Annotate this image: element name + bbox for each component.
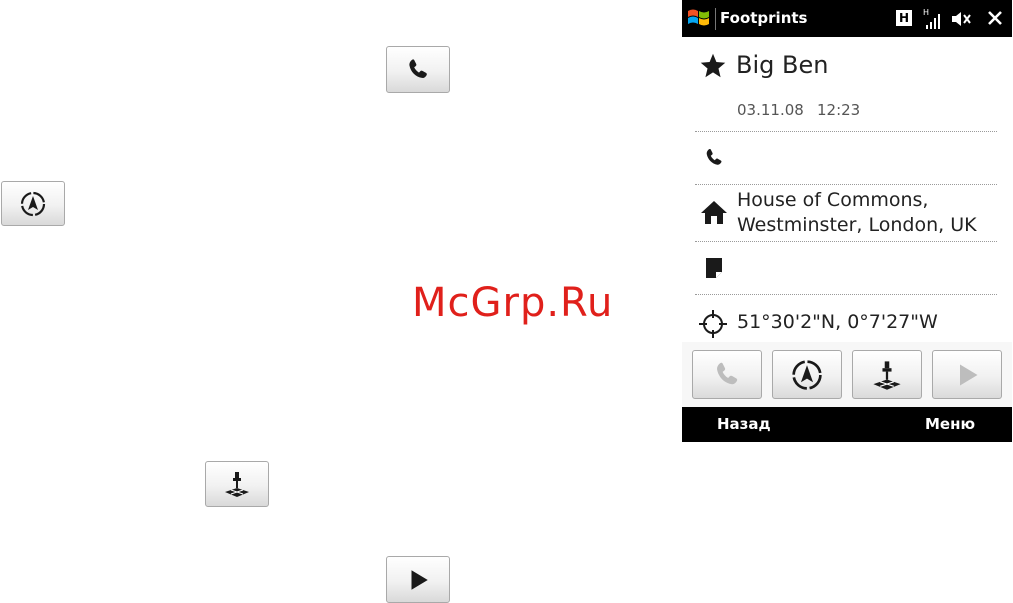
call-button[interactable] [386, 46, 450, 93]
map-pin-icon [873, 360, 901, 390]
softkey-menu[interactable]: Меню [925, 415, 975, 433]
play-icon [411, 569, 428, 590]
play-icon [960, 364, 978, 385]
phone-icon [706, 149, 722, 165]
action-toolbar [682, 342, 1012, 407]
softkey-bar: Назад Меню [682, 407, 1012, 442]
toolbar-call-button[interactable] [692, 350, 762, 399]
address-line-2: Westminster, London, UK [737, 214, 977, 236]
address-row: House of Commons, Westminster, London, U… [695, 185, 997, 242]
title-separator [715, 8, 716, 30]
title-bar: Footprints H H [682, 0, 1012, 37]
network-label: H [923, 8, 929, 17]
speaker-muted-icon[interactable] [950, 9, 972, 29]
phone-icon [409, 58, 427, 78]
navigation-icon [792, 359, 822, 390]
home-icon [701, 201, 727, 224]
phone-screen: Footprints H H Big Ben 03.11.08 12:23 Ho… [682, 0, 1012, 442]
place-time: 12:23 [817, 101, 861, 119]
signal-icon: H [923, 8, 940, 29]
navigation-icon [20, 191, 46, 216]
star-icon [700, 53, 726, 78]
navigate-button[interactable] [1, 181, 65, 226]
watermark-text: McGrp.Ru [412, 280, 614, 326]
place-coordinates: 51°30'2"N, 0°7'27"W [737, 311, 938, 333]
address-line-1: House of Commons, [737, 189, 929, 211]
crosshair-icon [699, 310, 727, 338]
map-pin-icon [225, 472, 249, 497]
note-icon [706, 258, 722, 278]
place-name-row: Big Ben 03.11.08 12:23 [695, 37, 997, 132]
toolbar-map-pin-button[interactable] [852, 350, 922, 399]
note-row[interactable] [695, 242, 997, 295]
toolbar-navigate-button[interactable] [772, 350, 842, 399]
play-button[interactable] [386, 556, 450, 603]
windows-logo-icon[interactable] [687, 7, 711, 29]
h-network-icon: H [896, 10, 912, 26]
app-title: Footprints [720, 9, 808, 27]
close-icon[interactable] [987, 10, 1003, 26]
phone-icon [717, 362, 738, 384]
place-details: Big Ben 03.11.08 12:23 House of Commons,… [682, 37, 1012, 342]
toolbar-play-button[interactable] [932, 350, 1002, 399]
map-pin-button[interactable] [205, 461, 269, 507]
softkey-back[interactable]: Назад [717, 415, 771, 433]
coordinates-row: 51°30'2"N, 0°7'27"W [695, 295, 997, 341]
place-date: 03.11.08 [737, 101, 804, 119]
place-name: Big Ben [736, 51, 829, 79]
phone-row[interactable] [695, 132, 997, 185]
